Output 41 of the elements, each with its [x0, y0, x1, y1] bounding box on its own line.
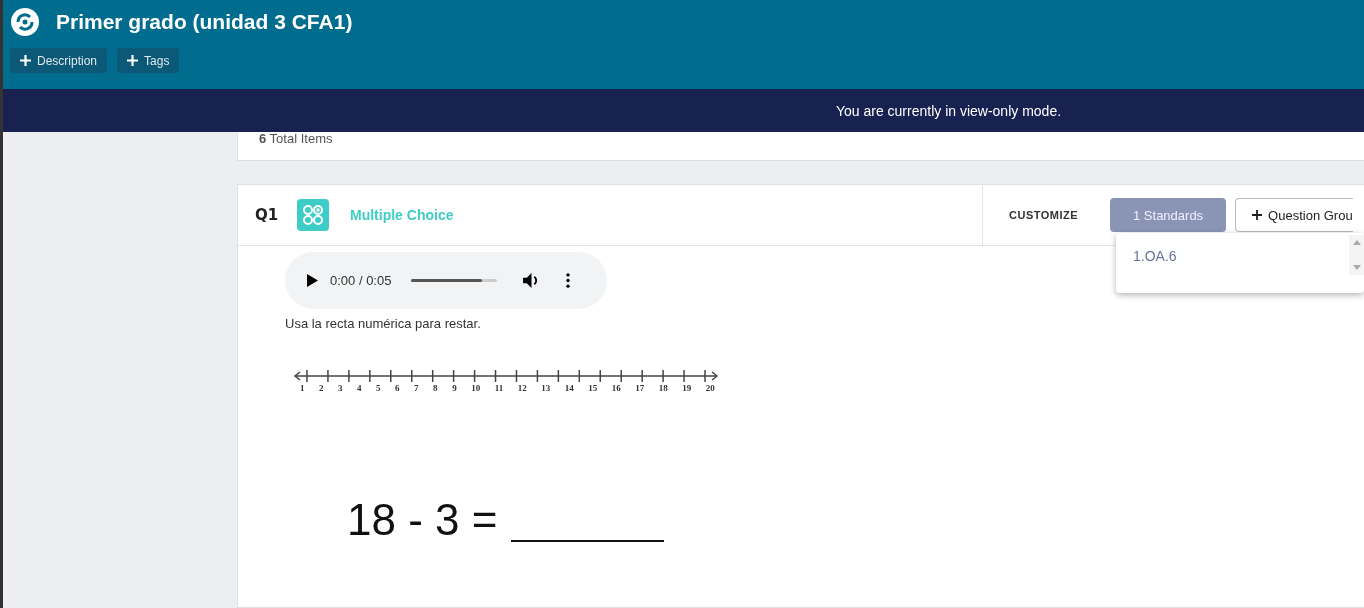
play-icon[interactable]: [307, 274, 318, 287]
number-line-label: 7: [414, 383, 419, 393]
question-group-button[interactable]: Question Grou: [1235, 198, 1353, 232]
number-line-label: 14: [564, 383, 574, 393]
number-line-label: 2: [319, 383, 324, 393]
question-prompt: Usa la recta numérica para restar.: [285, 316, 482, 331]
plus-icon: [127, 55, 139, 66]
number-line-label: 6: [395, 383, 400, 393]
total-items-text: 6 Total Items: [259, 132, 333, 145]
question-type-label: Multiple Choice: [350, 207, 454, 223]
question-number: Q1: [255, 206, 280, 224]
number-line-label: 1: [300, 383, 305, 393]
standard-item[interactable]: 1.OA.6: [1133, 248, 1349, 264]
logo-icon: [10, 7, 40, 37]
number-line-label: 4: [357, 383, 362, 393]
audio-time: 0:00 / 0:05: [330, 273, 392, 288]
number-line-label: 9: [452, 383, 457, 393]
more-options-icon[interactable]: [566, 273, 571, 288]
plus-icon: [20, 55, 31, 66]
number-line-label: 17: [635, 383, 645, 393]
number-line-label: 10: [471, 383, 481, 393]
number-line-label: 5: [376, 383, 381, 393]
customize-button[interactable]: CUSTOMIZE: [1009, 209, 1079, 221]
number-line-label: 3: [338, 383, 343, 393]
add-tags-button[interactable]: Tags: [117, 48, 180, 73]
number-line-label: 18: [658, 383, 668, 393]
number-line-label: 13: [541, 383, 551, 393]
view-only-notice: You are currently in view-only mode.: [835, 102, 1062, 119]
equation-text: 18 - 3 =: [347, 498, 498, 542]
add-description-button[interactable]: Description: [10, 48, 108, 73]
number-line-label: 8: [433, 383, 438, 393]
plus-icon: [1252, 210, 1263, 220]
number-line-label: 16: [611, 383, 621, 393]
multiple-choice-icon: [297, 199, 329, 231]
number-line-label: 19: [682, 383, 692, 393]
number-line-label: 15: [588, 383, 598, 393]
number-line-label: 12: [517, 383, 527, 393]
number-line-label: 20: [705, 383, 715, 393]
number-line-label: 11: [494, 383, 504, 393]
audio-progress-track[interactable]: [411, 279, 498, 282]
assessment-title: Primer grado (unidad 3 CFA1): [56, 10, 353, 34]
